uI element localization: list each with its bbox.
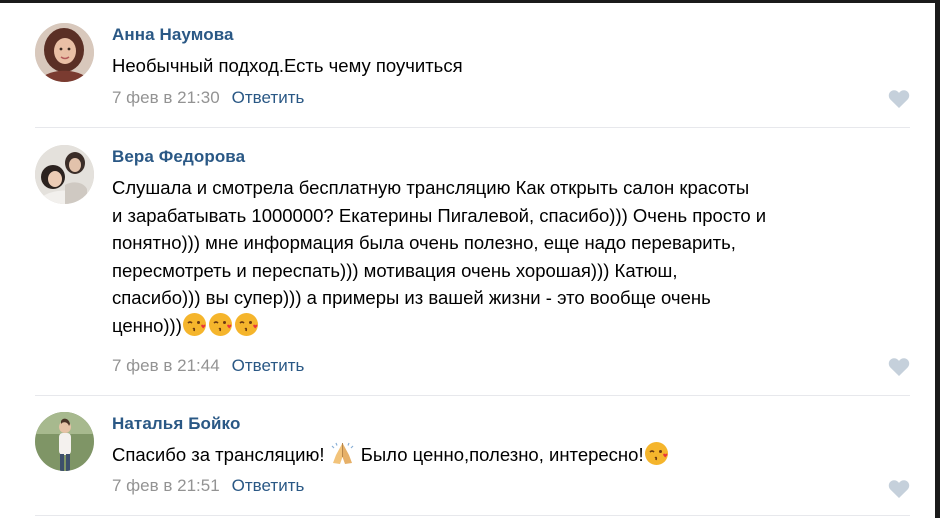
like-button[interactable] bbox=[888, 89, 910, 109]
comment-text-line: и зарабатывать 1000000? Екатерины Пигале… bbox=[112, 204, 767, 226]
comment-author[interactable]: Наталья Бойко bbox=[112, 414, 240, 434]
comment-text-part: Было ценно,полезно, интересно! bbox=[355, 444, 644, 465]
kissing-heart-emoji bbox=[644, 441, 669, 466]
avatar[interactable] bbox=[35, 412, 94, 471]
comment-text-line: понятно))) мне информация была очень пол… bbox=[112, 232, 736, 254]
comment-meta: 7 фев в 21:44 Ответить bbox=[112, 356, 304, 376]
folded-hands-emoji bbox=[330, 441, 355, 466]
kissing-heart-emoji bbox=[208, 312, 233, 337]
comment-meta: 7 фев в 21:30 Ответить bbox=[112, 88, 304, 108]
comment-text-line: Слушала и смотрела бесплатную трансляцию… bbox=[112, 177, 750, 198]
reply-button[interactable]: Ответить bbox=[232, 356, 305, 375]
kissing-heart-emoji bbox=[234, 312, 259, 337]
reply-button[interactable]: Ответить bbox=[232, 476, 305, 495]
comment-meta: 7 фев в 21:51 Ответить bbox=[112, 476, 304, 496]
window-right-edge bbox=[935, 0, 940, 518]
avatar[interactable] bbox=[35, 145, 94, 204]
woman-standing-icon bbox=[35, 412, 94, 471]
reply-button[interactable]: Ответить bbox=[232, 88, 305, 107]
woman-portrait-icon bbox=[35, 23, 94, 82]
comment-author[interactable]: Вера Федорова bbox=[112, 147, 245, 167]
heart-icon bbox=[888, 480, 910, 498]
comment-text-line: пересмотреть и переспать))) мотивация оч… bbox=[112, 259, 678, 281]
comment-date[interactable]: 7 фев в 21:51 bbox=[112, 476, 220, 495]
heart-icon bbox=[888, 358, 910, 376]
like-button[interactable] bbox=[888, 357, 910, 377]
comment-text-line: ценно))) bbox=[112, 314, 182, 336]
comment-text: Слушала и смотрела бесплатную трансляцию… bbox=[112, 174, 912, 340]
avatar[interactable] bbox=[35, 23, 94, 82]
comments-feed: Анна Наумова Необычный подход.Есть чему … bbox=[0, 3, 935, 518]
comment-divider bbox=[35, 515, 910, 516]
comment-text-line: спасибо))) вы супер))) а примеры из ваше… bbox=[112, 287, 711, 309]
comment-date[interactable]: 7 фев в 21:30 bbox=[112, 88, 220, 107]
like-button[interactable] bbox=[888, 479, 910, 499]
comment-date[interactable]: 7 фев в 21:44 bbox=[112, 356, 220, 375]
comment-divider bbox=[35, 127, 910, 128]
comment-text: Необычный подход.Есть чему поучиться bbox=[112, 55, 463, 76]
comment-author[interactable]: Анна Наумова bbox=[112, 25, 234, 45]
comment-text-part: Спасибо за трансляцию! bbox=[112, 444, 330, 465]
comment-text: Спасибо за трансляцию! Было ценно,полезн… bbox=[112, 441, 912, 469]
comment-divider bbox=[35, 395, 910, 396]
woman-with-child-icon bbox=[35, 145, 94, 204]
kissing-heart-emoji bbox=[182, 312, 207, 337]
heart-icon bbox=[888, 90, 910, 108]
